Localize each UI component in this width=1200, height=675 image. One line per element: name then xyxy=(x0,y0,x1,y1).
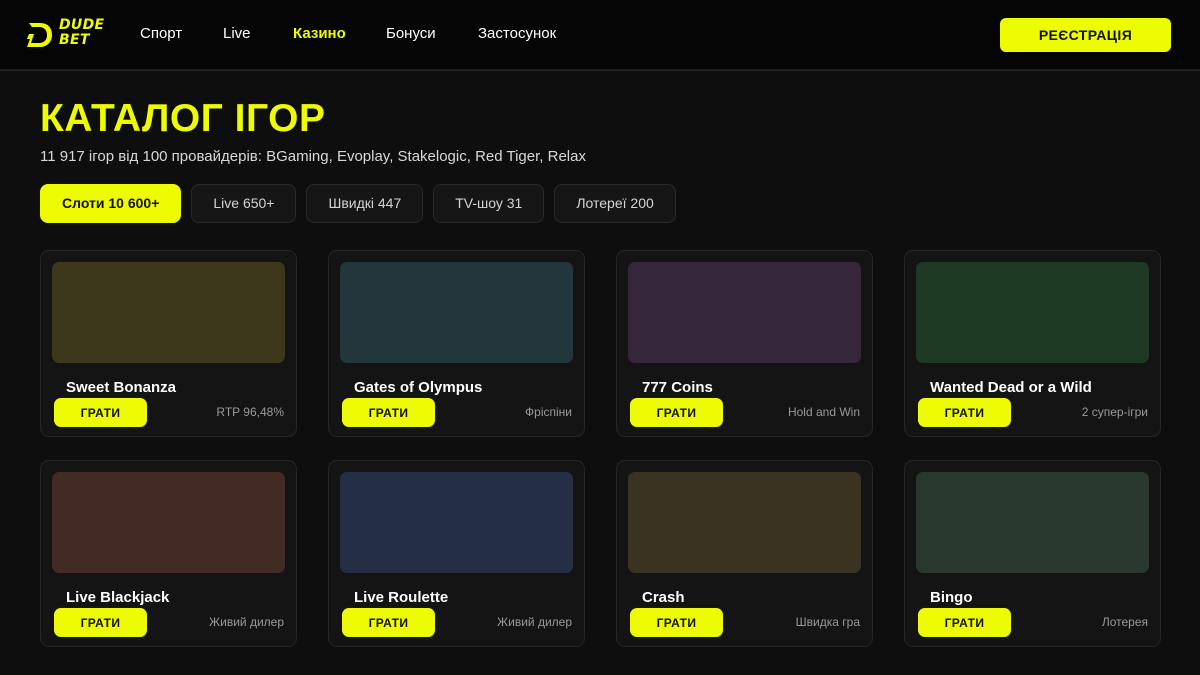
logo-line-1: DUDE xyxy=(59,17,105,33)
play-button[interactable]: ГРАТИ xyxy=(918,608,1011,637)
filter-live[interactable]: Live 650+ xyxy=(191,184,297,223)
game-card[interactable]: Bingo ГРАТИ Лотерея xyxy=(904,460,1161,647)
play-button[interactable]: ГРАТИ xyxy=(918,398,1011,427)
play-button[interactable]: ГРАТИ xyxy=(342,398,435,427)
game-card[interactable]: Live Blackjack ГРАТИ Живий дилер xyxy=(40,460,297,647)
filter-lotteries[interactable]: Лотереї 200 xyxy=(554,184,676,223)
games-grid: Sweet Bonanza ГРАТИ RTP 96,48% Gates of … xyxy=(40,250,1161,647)
game-meta: Лотерея xyxy=(1101,615,1148,629)
game-title: Live Roulette xyxy=(354,589,449,606)
game-title: Sweet Bonanza xyxy=(66,379,177,396)
game-thumbnail[interactable] xyxy=(916,262,1149,363)
category-filters: Слоти 10 600+ Live 650+ Швидкі 447 TV-шо… xyxy=(40,184,676,223)
game-title: Wanted Dead or a Wild xyxy=(930,379,1092,396)
nav-live[interactable]: Live xyxy=(223,25,251,42)
play-button[interactable]: ГРАТИ xyxy=(630,398,723,427)
register-button[interactable]: РЕЄСТРАЦІЯ xyxy=(1000,18,1171,52)
game-meta: Фріспіни xyxy=(525,405,572,419)
page-title: КАТАЛОГ ІГОР xyxy=(40,97,326,140)
game-title: Gates of Olympus xyxy=(354,379,483,396)
logo-text: DUDE BET xyxy=(59,18,104,48)
logo-line-2: BET xyxy=(59,32,90,48)
page-subtitle: 11 917 ігор від 100 провайдерів: BGaming… xyxy=(40,148,586,165)
game-thumbnail[interactable] xyxy=(52,262,285,363)
game-card[interactable]: 777 Coins ГРАТИ Hold and Win xyxy=(616,250,873,437)
play-button[interactable]: ГРАТИ xyxy=(342,608,435,637)
game-card[interactable]: Live Roulette ГРАТИ Живий дилер xyxy=(328,460,585,647)
game-meta: RTP 96,48% xyxy=(216,405,284,419)
game-card[interactable]: Sweet Bonanza ГРАТИ RTP 96,48% xyxy=(40,250,297,437)
game-meta: Швидка гра xyxy=(795,615,860,629)
game-title: Crash xyxy=(642,589,685,606)
game-thumbnail[interactable] xyxy=(628,262,861,363)
nav-sport[interactable]: Спорт xyxy=(140,25,182,42)
game-title: 777 Coins xyxy=(642,379,713,396)
play-button[interactable]: ГРАТИ xyxy=(54,608,147,637)
top-header: DUDE BET Спорт Live Казино Бонуси Застос… xyxy=(0,0,1200,71)
filter-tv-shows[interactable]: TV-шоу 31 xyxy=(433,184,545,223)
game-thumbnail[interactable] xyxy=(628,472,861,573)
nav-bonuses[interactable]: Бонуси xyxy=(386,25,436,42)
play-button[interactable]: ГРАТИ xyxy=(630,608,723,637)
game-thumbnail[interactable] xyxy=(340,262,573,363)
game-thumbnail[interactable] xyxy=(916,472,1149,573)
game-meta: Живий дилер xyxy=(209,615,284,629)
game-thumbnail[interactable] xyxy=(52,472,285,573)
game-card[interactable]: Wanted Dead or a Wild ГРАТИ 2 супер-ігри xyxy=(904,250,1161,437)
dudebet-logo[interactable]: DUDE BET xyxy=(24,18,106,52)
filter-fast[interactable]: Швидкі 447 xyxy=(306,184,424,223)
game-thumbnail[interactable] xyxy=(340,472,573,573)
play-button[interactable]: ГРАТИ xyxy=(54,398,147,427)
logo-d-icon xyxy=(27,23,52,47)
nav-casino[interactable]: Казино xyxy=(293,25,346,42)
game-card[interactable]: Crash ГРАТИ Швидка гра xyxy=(616,460,873,647)
game-card[interactable]: Gates of Olympus ГРАТИ Фріспіни xyxy=(328,250,585,437)
filter-slots[interactable]: Слоти 10 600+ xyxy=(40,184,182,223)
game-meta: 2 супер-ігри xyxy=(1081,405,1148,419)
game-title: Bingo xyxy=(930,589,973,606)
nav-app[interactable]: Застосунок xyxy=(478,25,556,42)
game-title: Live Blackjack xyxy=(66,589,170,606)
game-meta: Hold and Win xyxy=(787,405,860,419)
game-meta: Живий дилер xyxy=(497,615,572,629)
